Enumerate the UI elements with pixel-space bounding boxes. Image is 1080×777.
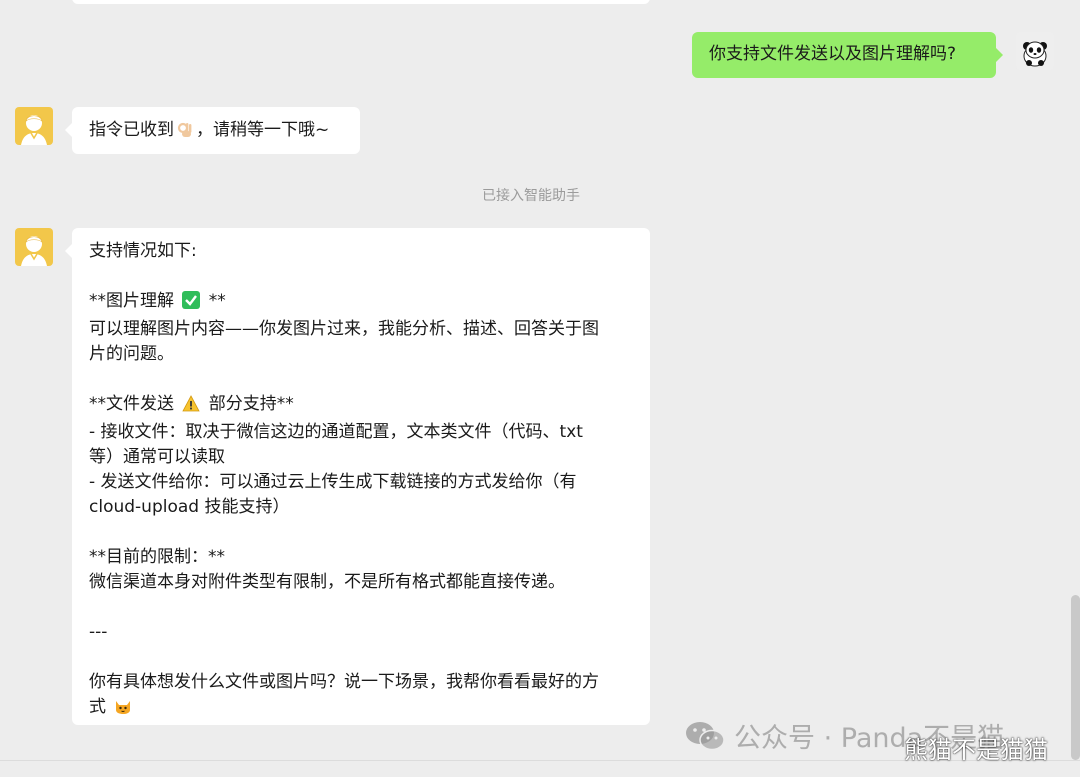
bubble-tail: [996, 48, 1003, 62]
watermark-sub: 熊猫不是猫猫: [904, 736, 1048, 764]
outgoing-message-text: 你支持文件发送以及图片理解吗?: [709, 44, 957, 64]
wechat-logo-icon: [686, 721, 725, 750]
ack-text-before: 指令已收到: [89, 120, 174, 140]
reply-line: ---: [89, 622, 108, 642]
previous-message-bubble: [72, 0, 650, 4]
bot-avatar[interactable]: [15, 107, 53, 145]
reply-line: [89, 595, 638, 620]
bot-avatar-icon: [15, 107, 53, 145]
panda-icon: [1016, 32, 1054, 70]
reply-line: 片的问题。: [89, 344, 174, 364]
check-mark-icon: [182, 291, 201, 317]
reply-text: 式: [89, 697, 112, 717]
bubble-tail: [65, 123, 72, 137]
ok-hand-icon: [177, 120, 193, 146]
bot-avatar[interactable]: [15, 228, 53, 266]
reply-line: **图片理解 **: [89, 289, 638, 317]
chat-scrollbar[interactable]: [1071, 595, 1080, 760]
reply-line: 支持情况如下:: [89, 241, 197, 261]
reply-line: 你有具体想发什么文件或图片吗？说一下场景，我帮你看看最好的方: [89, 672, 599, 692]
reply-message-bubble[interactable]: 支持情况如下: **图片理解 ** 可以理解图片内容——你发图片过来，我能分析、…: [65, 228, 650, 725]
reply-line: 式: [89, 695, 638, 723]
chat-window: 你支持文件发送以及图片理解吗? 指令已收到 ，请稍等一下哦~ 已接入智能助手 支…: [0, 0, 1080, 777]
reply-line: [89, 264, 638, 289]
reply-text: **图片理解: [89, 291, 180, 311]
reply-line: 可以理解图片内容——你发图片过来，我能分析、描述、回答关于图: [89, 319, 599, 339]
reply-line: cloud-upload 技能支持）: [89, 497, 290, 517]
system-note: 已接入智能助手: [482, 188, 580, 204]
reply-line: **文件发送 部分支持**: [89, 392, 638, 420]
reply-text: **文件发送: [89, 394, 180, 414]
warning-icon: [182, 395, 201, 420]
cat-face-icon: [114, 698, 132, 723]
reply-text: **: [203, 291, 226, 311]
user-avatar-panda[interactable]: [1016, 32, 1054, 70]
ack-text-after: ，请稍等一下哦~: [196, 120, 330, 140]
reply-line: [89, 367, 638, 392]
reply-text: 部分支持**: [203, 394, 294, 414]
bot-avatar-icon: [15, 228, 53, 266]
reply-line: - 发送文件给你：可以通过云上传生成下载链接的方式发给你（有: [89, 472, 577, 492]
reply-line: 微信渠道本身对附件类型有限制，不是所有格式都能直接传递。: [89, 572, 565, 592]
outgoing-message-bubble[interactable]: 你支持文件发送以及图片理解吗?: [692, 32, 1003, 78]
reply-line: [89, 520, 638, 545]
bubble-tail: [65, 244, 72, 258]
reply-line: 等）通常可以读取: [89, 447, 225, 467]
ack-message-bubble[interactable]: 指令已收到 ，请稍等一下哦~: [65, 107, 360, 154]
reply-line: [89, 645, 638, 670]
reply-line: - 接收文件：取决于微信这边的通道配置，文本类文件（代码、txt: [89, 422, 583, 442]
reply-line: **目前的限制：**: [89, 547, 225, 567]
